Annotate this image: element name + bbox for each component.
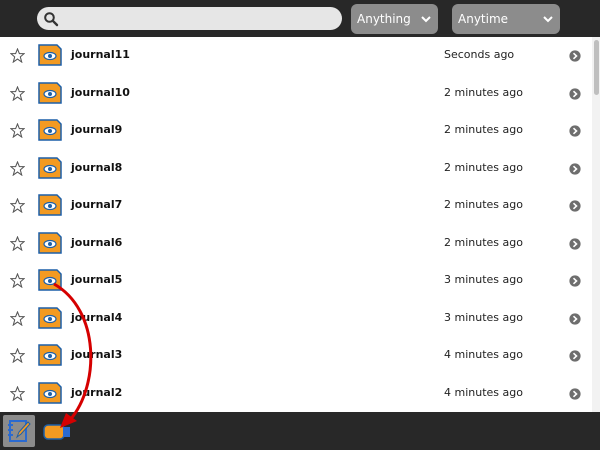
star-icon[interactable] <box>10 123 25 138</box>
entry-time: Seconds ago <box>444 48 515 61</box>
entry-time: 4 minutes ago <box>444 385 523 399</box>
entry-details-arrow-icon[interactable] <box>569 87 581 100</box>
journal-entry-icon[interactable] <box>38 194 62 216</box>
entry-title[interactable]: journal11 <box>71 48 130 61</box>
journal-entry-row[interactable]: journal4 3 minutes ago <box>0 300 592 337</box>
journal-entry-row[interactable]: journal5 3 minutes ago <box>0 262 592 299</box>
entry-title[interactable]: journal2 <box>71 386 122 399</box>
entry-details-arrow-icon[interactable] <box>569 125 581 137</box>
search-box[interactable] <box>37 7 342 30</box>
entry-details-arrow-icon[interactable] <box>569 350 581 362</box>
journal-entry-row[interactable]: journal2 4 minutes ago <box>0 375 592 412</box>
entry-title[interactable]: journal8 <box>71 161 122 174</box>
entry-details-arrow-icon[interactable] <box>569 50 581 62</box>
journal-entry-icon[interactable] <box>38 306 62 329</box>
entry-title[interactable]: journal3 <box>71 348 122 361</box>
what-filter-label: Anything <box>357 12 411 26</box>
star-icon[interactable] <box>10 48 25 63</box>
chevron-down-icon <box>421 16 431 23</box>
top-toolbar: Anything Anytime <box>0 0 600 37</box>
star-icon[interactable] <box>10 385 25 401</box>
entry-time: 2 minutes ago <box>444 85 523 99</box>
entry-time: 4 minutes ago <box>444 348 523 361</box>
star-icon[interactable] <box>10 310 25 326</box>
entry-time: 2 minutes ago <box>444 198 523 211</box>
journal-entry-icon[interactable] <box>38 269 62 291</box>
journal-entry-icon[interactable] <box>38 81 62 104</box>
journal-entry-icon[interactable] <box>38 344 62 366</box>
journal-entry-icon[interactable] <box>38 119 62 141</box>
journal-entry-row[interactable]: journal8 2 minutes ago <box>0 150 592 187</box>
entry-details-arrow-icon[interactable] <box>569 275 581 287</box>
journal-list: journal11 Seconds ago journal10 2 minutes a… <box>0 37 592 412</box>
journal-entry-icon[interactable] <box>38 44 62 66</box>
when-filter-label: Anytime <box>458 12 509 26</box>
journal-entry-row[interactable]: journal6 2 minutes ago <box>0 225 592 262</box>
entry-time: 3 minutes ago <box>444 310 523 324</box>
entry-time: 2 minutes ago <box>444 123 523 136</box>
entry-title[interactable]: journal5 <box>71 273 122 286</box>
journal-icon <box>8 420 31 442</box>
star-icon[interactable] <box>10 198 25 213</box>
star-icon[interactable] <box>10 160 25 176</box>
star-icon[interactable] <box>10 273 25 288</box>
entry-time: 3 minutes ago <box>444 273 523 286</box>
entry-title[interactable]: journal7 <box>71 198 122 211</box>
star-icon[interactable] <box>10 348 25 363</box>
chevron-down-icon <box>543 16 553 23</box>
journal-entry-row[interactable]: journal9 2 minutes ago <box>0 112 592 149</box>
search-icon <box>44 12 59 27</box>
entry-title[interactable]: journal6 <box>71 236 122 249</box>
entry-details-arrow-icon[interactable] <box>569 387 581 400</box>
journal-entry-icon[interactable] <box>38 156 62 179</box>
entry-details-arrow-icon[interactable] <box>569 237 581 250</box>
when-filter-dropdown[interactable]: Anytime <box>452 4 560 34</box>
entry-time: 2 minutes ago <box>444 235 523 249</box>
journal-entry-row[interactable]: journal7 2 minutes ago <box>0 187 592 224</box>
journal-entry-row[interactable]: journal11 Seconds ago <box>0 37 592 74</box>
star-icon[interactable] <box>10 235 25 251</box>
journal-entry-icon[interactable] <box>38 231 62 254</box>
usb-drive-icon[interactable] <box>42 422 72 442</box>
scrollbar-thumb[interactable] <box>594 40 599 95</box>
search-input[interactable] <box>63 9 337 29</box>
bottom-bar <box>0 412 600 450</box>
entry-details-arrow-icon[interactable] <box>569 162 581 175</box>
journal-button[interactable] <box>3 415 35 447</box>
journal-entry-row[interactable]: journal3 4 minutes ago <box>0 337 592 374</box>
entry-details-arrow-icon[interactable] <box>569 200 581 212</box>
what-filter-dropdown[interactable]: Anything <box>351 4 438 34</box>
entry-title[interactable]: journal9 <box>71 123 122 136</box>
star-icon[interactable] <box>10 85 25 101</box>
entry-title[interactable]: journal4 <box>71 311 122 324</box>
journal-entry-icon[interactable] <box>38 381 62 404</box>
entry-time: 2 minutes ago <box>444 160 523 174</box>
entry-title[interactable]: journal10 <box>71 86 130 99</box>
entry-details-arrow-icon[interactable] <box>569 312 581 325</box>
journal-entry-row[interactable]: journal10 2 minutes ago <box>0 75 592 112</box>
